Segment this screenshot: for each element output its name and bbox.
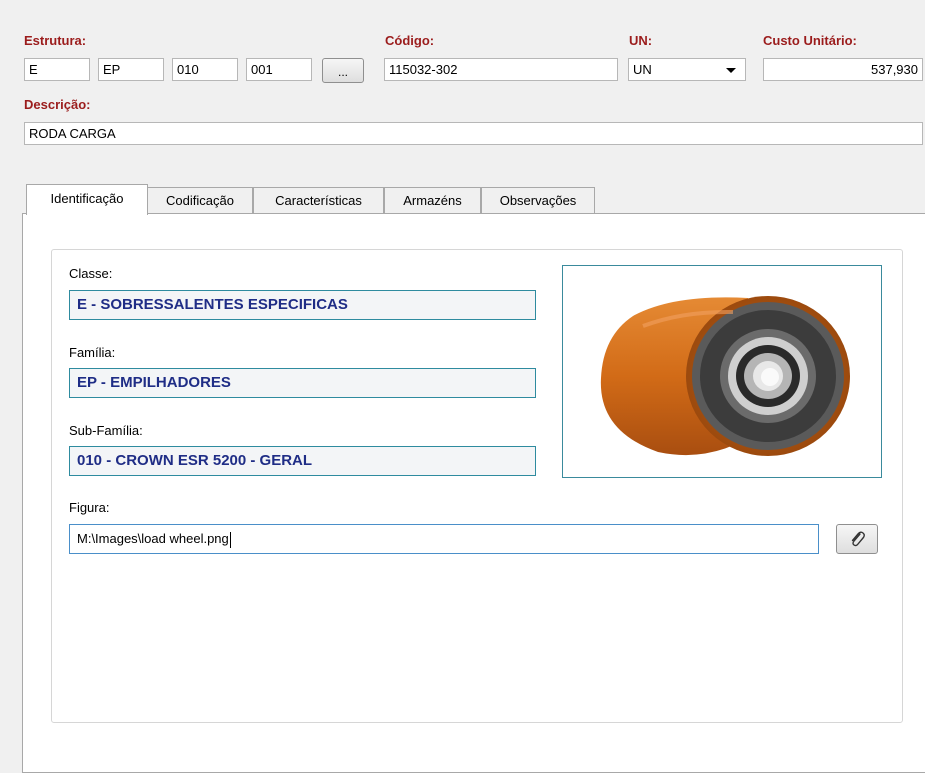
tab-caracteristicas[interactable]: Características [253,187,384,213]
descricao-label: Descrição: [24,97,91,112]
un-label: UN: [629,33,653,48]
codigo-field[interactable]: 115032-302 [384,58,618,81]
familia-field: EP - EMPILHADORES [69,368,536,398]
tab-panel-identificacao: Classe: E - SOBRESSALENTES ESPECIFICAS F… [22,213,925,773]
tab-identificacao[interactable]: Identificação [26,184,148,215]
classe-label: Classe: [69,266,113,281]
estrutura-field-1[interactable]: E [24,58,90,81]
un-select-value: UN [633,62,652,77]
tab-observacoes[interactable]: Observações [481,187,595,213]
estrutura-label: Estrutura: [24,33,87,48]
custo-unitario-label: Custo Unitário: [763,33,857,48]
custo-unitario-field[interactable]: 537,930 [763,58,923,81]
figura-path-input[interactable]: M:\Images\load wheel.png [69,524,819,554]
subfamilia-label: Sub-Família: [69,423,143,438]
un-select[interactable]: UN [628,58,746,81]
paperclip-icon [851,531,865,547]
tab-armazens[interactable]: Armazéns [384,187,481,213]
identificacao-group: Classe: E - SOBRESSALENTES ESPECIFICAS F… [51,249,903,723]
attach-button[interactable] [836,524,878,554]
tab-codificacao[interactable]: Codificação [147,187,253,213]
familia-label: Família: [69,345,116,360]
chevron-down-icon [726,68,736,73]
figura-label: Figura: [69,500,110,515]
text-caret [229,531,231,548]
item-image-frame [562,265,882,478]
subfamilia-field: 010 - CROWN ESR 5200 - GERAL [69,446,536,476]
figura-path-value: M:\Images\load wheel.png [77,531,229,546]
estrutura-field-3[interactable]: 010 [172,58,238,81]
load-wheel-image [600,296,850,456]
estrutura-browse-button[interactable]: ... [322,58,364,83]
classe-field: E - SOBRESSALENTES ESPECIFICAS [69,290,536,320]
estrutura-field-4[interactable]: 001 [246,58,312,81]
descricao-field[interactable]: RODA CARGA [24,122,923,145]
estrutura-field-2[interactable]: EP [98,58,164,81]
codigo-label: Código: [385,33,435,48]
